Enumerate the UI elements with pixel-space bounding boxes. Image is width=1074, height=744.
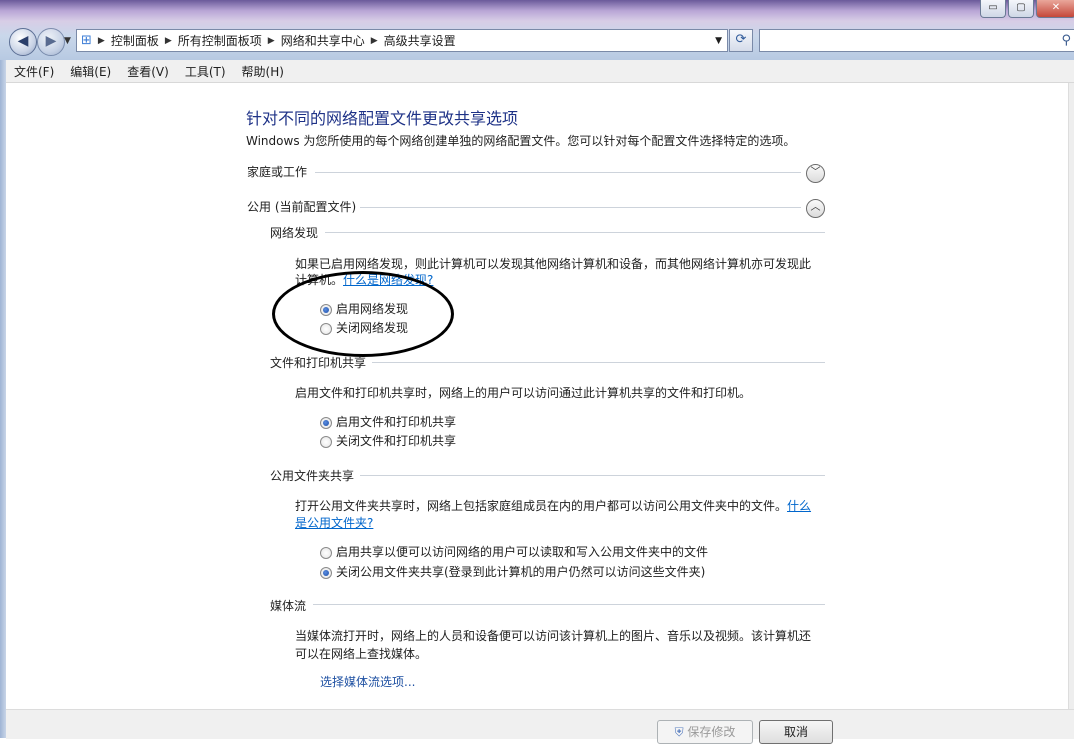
section-title-public-folder-sharing: 公用文件夹共享 [270, 469, 355, 483]
radio-disable-file-printer-sharing[interactable] [320, 436, 332, 448]
page-title: 针对不同的网络配置文件更改共享选项 [246, 109, 519, 128]
divider [315, 172, 801, 173]
public-folder-link-cont: 是公用文件夹? [295, 514, 373, 532]
search-icon[interactable]: ⚲ [1061, 33, 1071, 48]
breadcrumb-item[interactable]: 控制面板 [111, 32, 159, 49]
breadcrumb-separator-icon: ▶ [164, 35, 172, 46]
refresh-icon: ⟳ [735, 32, 747, 47]
what-is-public-folder-link-cont[interactable]: 是公用文件夹? [295, 516, 373, 530]
footer-bar [6, 709, 1074, 739]
breadcrumb-item-current[interactable]: 高级共享设置 [384, 32, 456, 49]
divider [313, 604, 825, 605]
media-description-cont: 可以在网络上查找媒体。 [295, 647, 428, 661]
radio-label[interactable]: 关闭公用文件夹共享(登录到此计算机的用户仍然可以访问这些文件夹) [336, 563, 705, 580]
menu-file[interactable]: 文件(F) [6, 63, 62, 80]
section-title-file-printer-sharing: 文件和打印机共享 [270, 356, 367, 370]
divider [372, 362, 825, 363]
hand-drawn-annotation-circle [272, 271, 454, 357]
menu-help[interactable]: 帮助(H) [234, 63, 292, 80]
section-title-network-discovery: 网络发现 [270, 226, 319, 240]
chevron-down-icon: ﹀ [810, 167, 821, 178]
breadcrumb-separator-icon: ▶ [267, 35, 275, 46]
radio-enable-public-folder-sharing[interactable] [320, 547, 332, 559]
divider [325, 232, 825, 233]
media-streaming-options-link[interactable]: 选择媒体流选项... [320, 673, 415, 690]
collapse-public-button[interactable]: ︿ [806, 199, 825, 218]
what-is-public-folder-link[interactable]: 什么 [787, 499, 811, 513]
breadcrumb-separator-icon: ▶ [97, 35, 105, 46]
file-printer-description: 启用文件和打印机共享时，网络上的用户可以访问通过此计算机共享的文件和打印机。 [295, 386, 752, 400]
breadcrumb-item[interactable]: 所有控制面板项 [178, 32, 262, 49]
radio-label[interactable]: 启用文件和打印机共享 [336, 413, 456, 430]
maximize-button[interactable]: ▢ [1008, 0, 1034, 18]
menu-edit[interactable]: 编辑(E) [62, 63, 119, 80]
radio-label[interactable]: 关闭文件和打印机共享 [336, 432, 456, 449]
radio-disable-public-folder-sharing[interactable] [320, 567, 332, 579]
vertical-scrollbar[interactable] [1068, 83, 1074, 709]
address-dropdown-icon[interactable]: ▼ [715, 36, 722, 46]
divider [360, 207, 801, 208]
public-folder-description-text: 打开公用文件夹共享时，网络上包括家庭组成员在内的用户都可以访问公用文件夹中的文件… [295, 499, 788, 513]
address-bar[interactable]: ⊞ ▶ 控制面板 ▶ 所有控制面板项 ▶ 网络和共享中心 ▶ 高级共享设置 ▼ [76, 29, 728, 52]
page-intro: Windows 为您所使用的每个网络创建单独的网络配置文件。您可以针对每个配置文… [246, 134, 796, 148]
section-title-media-streaming: 媒体流 [270, 599, 307, 613]
breadcrumb-item[interactable]: 网络和共享中心 [281, 32, 365, 49]
recent-pages-dropdown[interactable]: ▼ [64, 36, 71, 46]
search-input[interactable]: ⚲ [759, 29, 1074, 52]
save-changes-label: 保存修改 [687, 725, 736, 739]
chevron-up-icon: ︿ [810, 202, 821, 213]
cancel-button[interactable]: 取消 [759, 720, 833, 744]
forward-button[interactable]: ▶ [37, 28, 65, 56]
back-arrow-icon: ◀ [17, 33, 29, 49]
refresh-button[interactable]: ⟳ [729, 29, 753, 52]
forward-arrow-icon: ▶ [45, 33, 57, 49]
breadcrumb-separator-icon: ▶ [370, 35, 378, 46]
menu-view[interactable]: 查看(V) [119, 63, 177, 80]
close-button[interactable]: ✕ [1036, 0, 1074, 18]
control-panel-icon: ⊞ [81, 33, 92, 48]
chevron-down-icon: ▼ [64, 36, 71, 46]
menu-bar: 文件(F) 编辑(E) 查看(V) 工具(T) 帮助(H) [6, 60, 1074, 83]
media-description: 当媒体流打开时，网络上的人员和设备便可以访问该计算机上的图片、音乐以及视频。该计… [295, 629, 812, 643]
profile-public-label[interactable]: 公用 (当前配置文件) [247, 198, 356, 215]
radio-enable-file-printer-sharing[interactable] [320, 417, 332, 429]
expand-home-work-button[interactable]: ﹀ [806, 164, 825, 183]
shield-icon: ⛨ [674, 725, 684, 739]
public-folder-description: 打开公用文件夹共享时，网络上包括家庭组成员在内的用户都可以访问公用文件夹中的文件… [295, 497, 811, 515]
divider [360, 475, 825, 476]
minimize-button[interactable]: ▭ [980, 0, 1006, 18]
radio-label[interactable]: 启用共享以便可以访问网络的用户可以读取和写入公用文件夹中的文件 [336, 543, 708, 560]
save-changes-button[interactable]: ⛨ 保存修改 [657, 720, 753, 744]
menu-tools[interactable]: 工具(T) [177, 63, 234, 80]
back-button[interactable]: ◀ [9, 28, 37, 56]
profile-home-work-label[interactable]: 家庭或工作 [247, 163, 307, 180]
